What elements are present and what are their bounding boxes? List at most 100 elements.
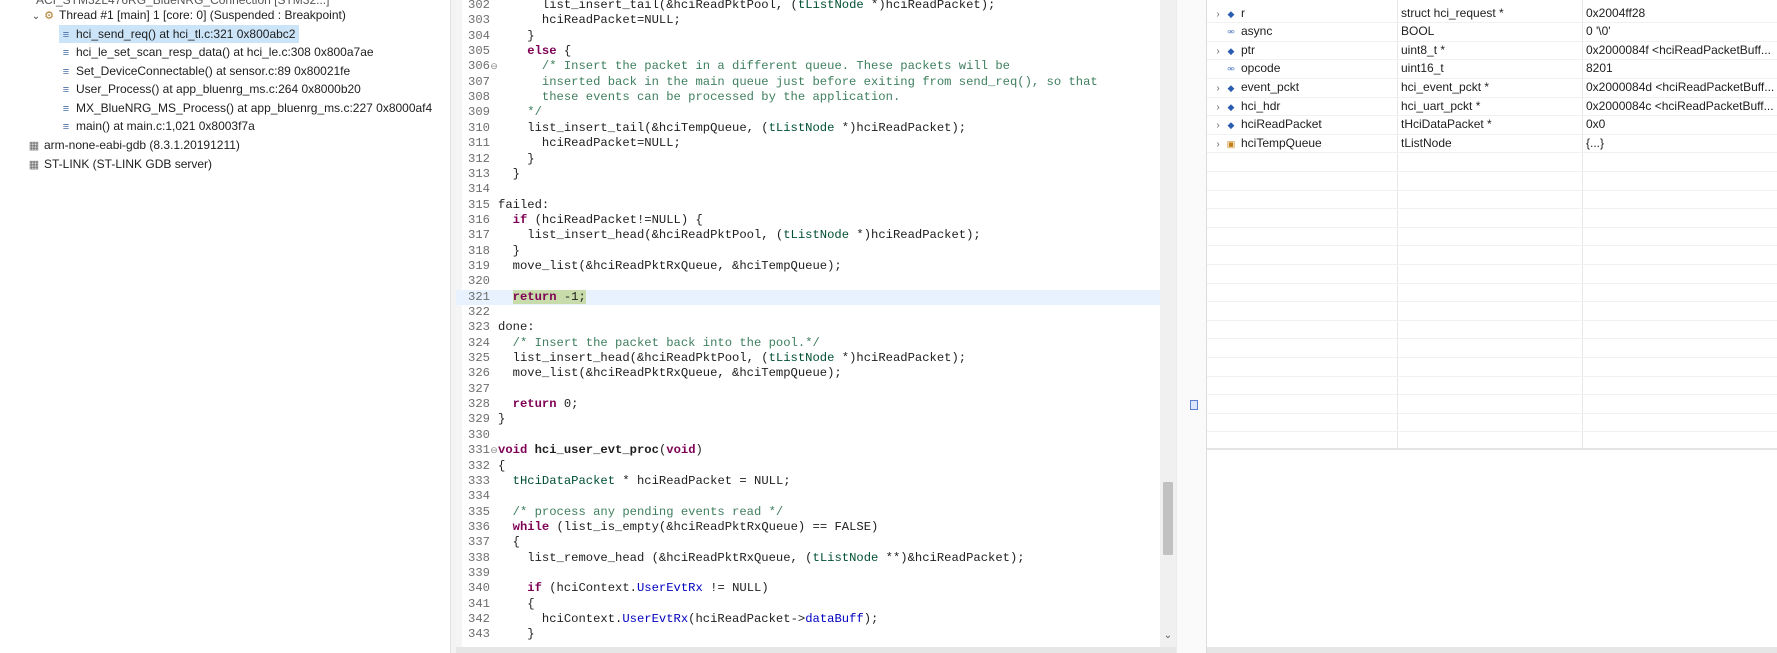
variable-value[interactable]: {...} [1582, 134, 1776, 153]
thread-row[interactable]: ⌄ ⚙ Thread #1 [main] 1 [core: 0] (Suspende… [30, 6, 346, 24]
gdb-server-row[interactable]: ▦ ST-LINK (ST-LINK GDB server) [27, 155, 212, 173]
code-line[interactable]: 335 /* process any pending events read *… [456, 505, 1176, 520]
code-line-current[interactable]: 321 return -1; [456, 289, 1176, 305]
chevron-right-icon[interactable]: › [1211, 117, 1225, 134]
scrollbar-thumb[interactable] [1163, 482, 1173, 555]
code-line[interactable]: 315 failed: [456, 198, 1176, 213]
code-line[interactable]: 308 these events can be processed by the… [456, 90, 1176, 105]
variable-value[interactable]: 0x2004ff28 [1582, 4, 1776, 23]
code-line[interactable]: 322 [456, 305, 1176, 320]
code-line[interactable]: 336 while (list_is_empty(&hciReadPktRxQu… [456, 520, 1176, 535]
table-gridline [1207, 301, 1777, 303]
thread-label: Thread #1 [main] 1 [core: 0] (Suspended … [59, 8, 346, 22]
stack-frame-icon: ≡ [62, 65, 70, 78]
code-line[interactable]: 307 inserted back in the main queue just… [456, 75, 1176, 90]
code-line[interactable]: 316 if (hciReadPacket!=NULL) { [456, 213, 1176, 228]
fold-toggle-icon[interactable]: ⊖ [490, 60, 498, 75]
code-line[interactable]: 337 { [456, 535, 1176, 550]
variable-value[interactable]: 8201 [1582, 59, 1776, 78]
stack-frame-row[interactable]: ≡ hci_send_req() at hci_tl.c:321 0x800abc… [59, 24, 300, 43]
debug-view: ACI_STM32L476RG_BlueNRG_Connection [STM3… [0, 0, 450, 653]
code-line[interactable]: 325 list_insert_head(&hciReadPktPool, (t… [456, 351, 1176, 366]
code-line[interactable]: 341 { [456, 597, 1176, 612]
chevron-right-icon[interactable]: › [1211, 43, 1225, 60]
variable-row[interactable]: › ◆ ptr uint8_t * 0x2000084f <hciReadPacketB… [1207, 41, 1777, 60]
code-line[interactable]: 303 hciReadPacket=NULL; [456, 13, 1176, 28]
code-line[interactable]: 310 list_insert_tail(&hciTempQueue, (tLi… [456, 121, 1176, 136]
stack-frame-row[interactable]: ≡ Set_DeviceConnectable() at sensor.c:89 … [59, 62, 350, 80]
editor-vertical-scrollbar[interactable]: ⌄ [1160, 0, 1176, 653]
editor-horizontal-scrollbar[interactable] [456, 647, 1176, 653]
variable-row[interactable]: › ◆ hci_hdr hci_uart_pckt * 0x2000084c <hciR… [1207, 97, 1777, 116]
code-line[interactable]: 343 } [456, 627, 1176, 642]
code-line[interactable]: 342 hciContext.UserEvtRx(hciReadPacket->… [456, 612, 1176, 627]
variable-row[interactable]: › ◆ event_pckt hci_event_pckt * 0x2000084d <… [1207, 78, 1777, 97]
variable-type: hci_event_pckt * [1401, 79, 1490, 94]
stack-frame-row[interactable]: ≡ User_Process() at app_bluenrg_ms.c:264 … [59, 80, 361, 98]
code-line[interactable]: 302 list_insert_tail(&hciReadPktPool, (t… [456, 0, 1176, 13]
code-line[interactable]: 319 move_list(&hciReadPktRxQueue, &hciTe… [456, 259, 1176, 274]
code-line[interactable]: 328 return 0; [456, 397, 1176, 412]
code-line[interactable]: 320 [456, 274, 1176, 289]
code-line[interactable]: 323 done: [456, 320, 1176, 335]
variable-row[interactable]: ⚮ opcode uint16_t 8201 [1207, 59, 1777, 78]
variable-name: event_pckt [1241, 79, 1300, 94]
variable-value[interactable]: 0x2000084c <hciReadPacketBuff... [1582, 97, 1776, 116]
variable-value[interactable]: 0 '\0' [1582, 22, 1776, 41]
code-line[interactable]: 304 } [456, 29, 1176, 44]
variables-horizontal-scrollbar[interactable] [1207, 647, 1777, 653]
stack-frame-row[interactable]: ≡ hci_le_set_scan_resp_data() at hci_le.c… [59, 43, 374, 61]
code-line[interactable]: 331⊖void hci_user_evt_proc(void) [456, 443, 1176, 458]
variable-value[interactable]: 0x2000084d <hciReadPacketBuff... [1582, 78, 1776, 97]
variable-name-cell: › ▣ hciTempQueue [1211, 134, 1397, 153]
code-line[interactable]: 309 */ [456, 105, 1176, 120]
code-line[interactable]: 329} [456, 412, 1176, 427]
scroll-down-arrow-icon[interactable]: ⌄ [1160, 629, 1176, 643]
variable-detail-pane[interactable] [1207, 450, 1777, 647]
chevron-right-icon[interactable]: › [1211, 136, 1225, 153]
code-line[interactable]: 338 list_remove_head (&hciReadPktRxQueue… [456, 551, 1176, 566]
variable-row[interactable]: › ▣ hciTempQueue tListNode {...} [1207, 134, 1777, 153]
code-line[interactable]: 327 [456, 382, 1176, 397]
code-line[interactable]: 312 } [456, 152, 1176, 167]
variable-row[interactable]: ⚮ async BOOL 0 '\0' [1207, 22, 1777, 41]
code-line[interactable]: 317 list_insert_head(&hciReadPktPool, (t… [456, 228, 1176, 243]
variables-table: › ◆ r struct hci_request * 0x2004ff28 ⚮ async B… [1207, 0, 1777, 451]
code-line[interactable]: 326 move_list(&hciReadPktRxQueue, &hciTe… [456, 366, 1176, 381]
variable-row[interactable]: › ◆ r struct hci_request * 0x2004ff28 [1207, 4, 1777, 23]
variable-value[interactable]: 0x0 [1582, 115, 1776, 134]
code-line[interactable]: 334 [456, 489, 1176, 504]
variable-value[interactable]: 0x2000084f <hciReadPacketBuff... [1582, 41, 1776, 60]
code-line[interactable]: 339 [456, 566, 1176, 581]
variable-name-cell: ⚮ opcode [1211, 59, 1397, 78]
gdb-process-row[interactable]: ▦ arm-none-eabi-gdb (8.3.1.20191211) [27, 136, 240, 154]
code-editor[interactable]: 302 list_insert_tail(&hciReadPktPool, (t… [456, 0, 1176, 653]
chevron-right-icon[interactable]: › [1211, 99, 1225, 116]
code-line[interactable]: 330 [456, 428, 1176, 443]
stack-frame-row[interactable]: ≡ main() at main.c:1,021 0x8003f7a [59, 117, 255, 135]
code-line[interactable]: 306⊖ /* Insert the packet in a different… [456, 59, 1176, 74]
line-number: 304 [468, 28, 490, 43]
stack-frame-row[interactable]: ≡ MX_BlueNRG_MS_Process() at app_bluenrg_… [59, 99, 432, 117]
code-line[interactable]: 314 [456, 182, 1176, 197]
line-number: 341 [468, 596, 490, 611]
variable-row[interactable]: › ◆ hciReadPacket tHciDataPacket * 0x0 [1207, 115, 1777, 134]
code-line[interactable]: 313 } [456, 167, 1176, 182]
variable-name-cell: › ◆ hci_hdr [1211, 97, 1397, 116]
table-gridline [1207, 319, 1777, 321]
chevron-down-icon[interactable]: ⌄ [30, 8, 42, 26]
chevron-right-icon[interactable]: › [1211, 6, 1225, 23]
code-line[interactable]: 318 } [456, 244, 1176, 259]
code-text: } [498, 412, 506, 427]
code-line[interactable]: 324 /* Insert the packet back into the p… [456, 336, 1176, 351]
code-text: failed: [498, 197, 550, 212]
table-gridline [1207, 375, 1777, 377]
code-line[interactable]: 332 { [456, 459, 1176, 474]
code-line[interactable]: 311 hciReadPacket=NULL; [456, 136, 1176, 151]
fold-toggle-icon[interactable]: ⊖ [490, 444, 498, 459]
code-line[interactable]: 340 if (hciContext.UserEvtRx != NULL) [456, 581, 1176, 596]
overview-marker-icon[interactable] [1190, 400, 1198, 410]
chevron-right-icon[interactable]: › [1211, 80, 1225, 97]
code-line[interactable]: 333 tHciDataPacket * hciReadPacket = NUL… [456, 474, 1176, 489]
code-line[interactable]: 305 else { [456, 44, 1176, 59]
